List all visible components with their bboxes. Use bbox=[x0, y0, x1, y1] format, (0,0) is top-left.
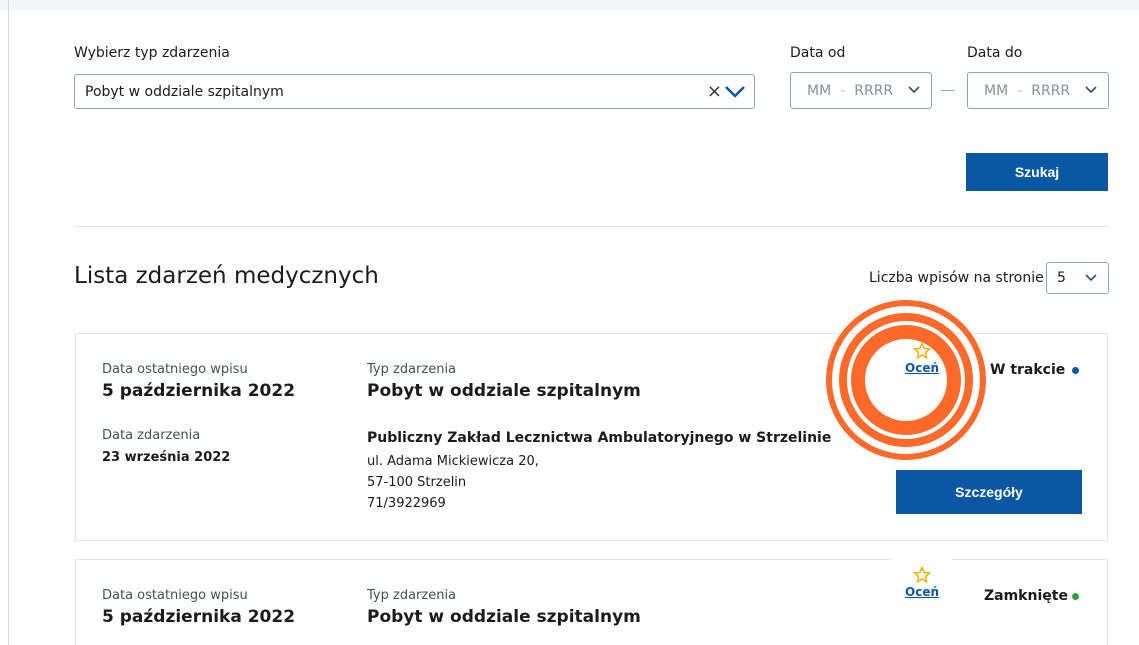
last-entry-date: 5 października 2022 bbox=[102, 381, 296, 401]
rate-link[interactable]: Oceń bbox=[892, 585, 952, 599]
event-type: Pobyt w oddziale szpitalnym bbox=[367, 607, 641, 627]
event-type-label: Typ zdarzenia bbox=[367, 588, 457, 603]
search-button[interactable]: Szukaj bbox=[966, 153, 1108, 191]
status-label: W trakcie bbox=[990, 362, 1066, 378]
chevron-down-icon bbox=[1085, 86, 1097, 94]
event-type: Pobyt w oddziale szpitalnym bbox=[367, 381, 641, 401]
left-border bbox=[8, 0, 9, 645]
phone-number: 71/3922969 bbox=[367, 496, 446, 511]
event-type-select[interactable]: Pobyt w oddziale szpitalnym × bbox=[74, 74, 755, 109]
last-entry-label: Data ostatniego wpisu bbox=[102, 588, 248, 603]
date-to-year: RRRR bbox=[1031, 82, 1071, 99]
event-card: Data ostatniego wpisu 5 października 202… bbox=[75, 558, 1108, 645]
last-entry-label: Data ostatniego wpisu bbox=[102, 362, 248, 377]
status-dot bbox=[1072, 593, 1079, 600]
rate-link[interactable]: Oceń bbox=[892, 361, 952, 375]
star-icon bbox=[913, 566, 931, 584]
last-entry-date: 5 października 2022 bbox=[102, 607, 296, 627]
chevron-down-icon bbox=[1085, 274, 1097, 282]
date-to-separator: - bbox=[1017, 82, 1023, 99]
list-title: Lista zdarzeń medycznych bbox=[74, 263, 379, 289]
details-button[interactable]: Szczegóły bbox=[896, 470, 1082, 514]
event-card: Data ostatniego wpisu 5 października 202… bbox=[75, 333, 1108, 541]
date-to-month: MM bbox=[984, 82, 1009, 99]
rate-badge-content[interactable]: Oceń bbox=[892, 334, 952, 375]
date-to-label: Data do bbox=[967, 45, 1023, 61]
status-dot bbox=[1072, 367, 1079, 374]
section-divider bbox=[74, 226, 1108, 227]
top-strip bbox=[0, 0, 1139, 10]
event-date-label: Data zdarzenia bbox=[102, 428, 201, 443]
clear-icon[interactable]: × bbox=[707, 82, 722, 101]
date-from-month: MM bbox=[807, 82, 832, 99]
per-page-label: Liczba wpisów na stronie bbox=[869, 270, 1044, 286]
date-from-select[interactable]: MM - RRRR bbox=[790, 72, 932, 109]
date-to-select[interactable]: MM - RRRR bbox=[967, 72, 1109, 109]
date-from-label: Data od bbox=[790, 45, 846, 61]
chevron-down-icon bbox=[908, 86, 920, 94]
per-page-select[interactable]: 5 bbox=[1046, 262, 1109, 294]
per-page-value: 5 bbox=[1057, 270, 1066, 286]
address-street: ul. Adama Mickiewicza 20, bbox=[367, 454, 539, 469]
star-icon bbox=[913, 342, 931, 360]
event-type-label: Typ zdarzenia bbox=[367, 362, 457, 377]
date-from-separator: - bbox=[840, 82, 846, 99]
chevron-down-icon[interactable] bbox=[724, 85, 746, 99]
date-from-year: RRRR bbox=[854, 82, 894, 99]
date-range-dash bbox=[941, 90, 954, 91]
event-date: 23 września 2022 bbox=[102, 450, 231, 465]
address-city: 57-100 Strzelin bbox=[367, 475, 467, 490]
rate-badge-content[interactable]: Oceń bbox=[892, 558, 952, 599]
event-type-value: Pobyt w oddziale szpitalnym bbox=[85, 83, 284, 100]
event-type-label: Wybierz typ zdarzenia bbox=[74, 45, 230, 61]
status-label: Zamknięte bbox=[984, 588, 1068, 604]
facility-name: Publiczny Zakład Lecznictwa Ambulatoryjn… bbox=[367, 430, 832, 446]
